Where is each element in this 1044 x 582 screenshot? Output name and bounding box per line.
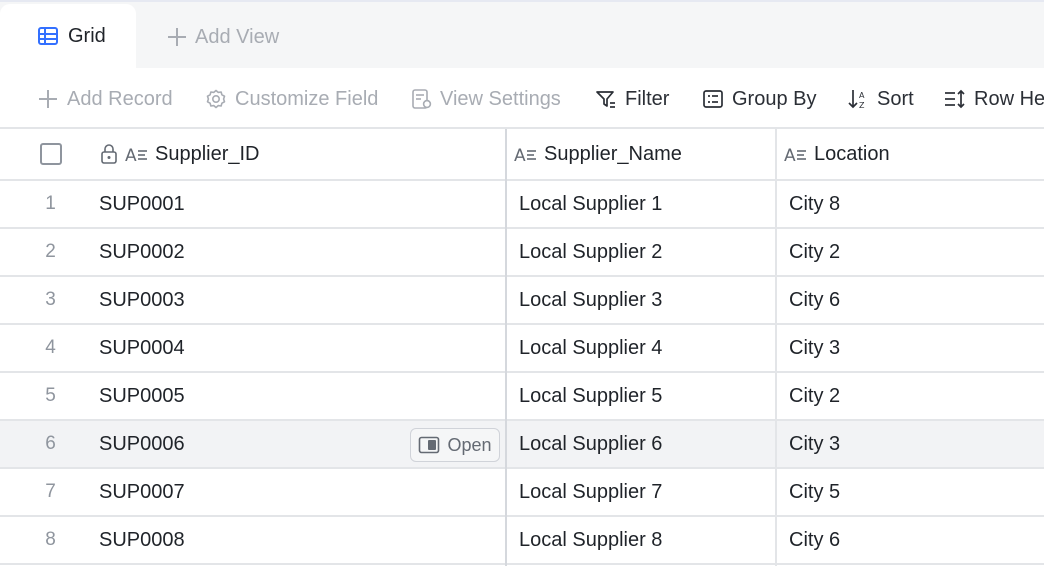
table-row[interactable]: 1 SUP0001 Local Supplier 1 City 8 bbox=[0, 181, 1044, 229]
add-view-label: Add View bbox=[195, 25, 280, 48]
cell-supplier-name[interactable]: Local Supplier 2 bbox=[519, 229, 775, 275]
table-row[interactable]: 7 SUP0007 Local Supplier 7 City 5 bbox=[0, 469, 1044, 517]
toolbar: Add Record Customize Field View Settings bbox=[0, 68, 1044, 129]
table-row[interactable]: 3 SUP0003 Local Supplier 3 City 6 bbox=[0, 277, 1044, 325]
column-divider[interactable] bbox=[775, 129, 777, 566]
row-number: 5 bbox=[45, 385, 56, 406]
open-record-button[interactable]: Open bbox=[410, 428, 500, 462]
cell-supplier-name[interactable]: Local Supplier 6 bbox=[519, 421, 775, 467]
add-view-button[interactable]: Add View bbox=[167, 22, 279, 52]
text-field-icon: A bbox=[514, 143, 538, 165]
add-record-label: Add Record bbox=[67, 87, 173, 110]
column-header-label: Supplier_Name bbox=[544, 142, 682, 165]
column-header-location[interactable]: A Location bbox=[784, 129, 1044, 179]
column-header-label: Location bbox=[814, 142, 890, 165]
open-record-label: Open bbox=[447, 434, 492, 455]
filter-icon bbox=[595, 88, 617, 110]
cell-location[interactable]: City 6 bbox=[789, 277, 1044, 323]
cell-supplier-name[interactable]: Local Supplier 7 bbox=[519, 469, 775, 515]
cell-location[interactable]: City 2 bbox=[789, 229, 1044, 275]
frozen-column-divider[interactable] bbox=[505, 129, 507, 566]
cell-supplier-name[interactable]: Local Supplier 1 bbox=[519, 181, 775, 227]
cell-location[interactable]: City 2 bbox=[789, 373, 1044, 419]
column-header-supplier-name[interactable]: A Supplier_Name bbox=[514, 129, 775, 179]
group-by-button[interactable]: Group By bbox=[702, 84, 816, 114]
cell-supplier-id[interactable]: SUP0004 bbox=[99, 325, 505, 371]
sort-button[interactable]: A Z Sort bbox=[847, 84, 914, 114]
view-tab-bar: Grid Add View bbox=[0, 0, 1044, 68]
sort-icon: A Z bbox=[847, 88, 869, 110]
column-header-supplier-id[interactable]: A Supplier_ID bbox=[99, 129, 505, 179]
grid-table-icon bbox=[37, 25, 59, 47]
row-number: 6 bbox=[45, 433, 56, 454]
svg-text:A: A bbox=[514, 146, 526, 165]
cell-supplier-id[interactable]: SUP0008 bbox=[99, 517, 505, 563]
cell-supplier-name[interactable]: Local Supplier 5 bbox=[519, 373, 775, 419]
cell-supplier-id[interactable]: SUP0005 bbox=[99, 373, 505, 419]
view-settings-label: View Settings bbox=[440, 87, 561, 110]
cell-supplier-id[interactable]: SUP0001 bbox=[99, 181, 505, 227]
sort-label: Sort bbox=[877, 87, 914, 110]
table-row[interactable]: 4 SUP0004 Local Supplier 4 City 3 bbox=[0, 325, 1044, 373]
select-all-checkbox[interactable] bbox=[40, 143, 62, 165]
table-row[interactable]: 2 SUP0002 Local Supplier 2 City 2 bbox=[0, 229, 1044, 277]
cell-supplier-id[interactable]: SUP0003 bbox=[99, 277, 505, 323]
group-by-label: Group By bbox=[732, 87, 817, 110]
grid-header-row: A Supplier_ID A Supplier_Name A Location bbox=[0, 129, 1044, 181]
svg-text:A: A bbox=[784, 146, 796, 165]
filter-label: Filter bbox=[625, 87, 670, 110]
customize-field-label: Customize Field bbox=[235, 87, 379, 110]
cell-supplier-name[interactable]: Local Supplier 4 bbox=[519, 325, 775, 371]
cell-location[interactable]: City 3 bbox=[789, 421, 1044, 467]
expand-panel-icon bbox=[418, 436, 440, 454]
row-number: 1 bbox=[45, 193, 56, 214]
cell-location[interactable]: City 3 bbox=[789, 325, 1044, 371]
cell-supplier-id[interactable]: SUP0006 bbox=[99, 421, 399, 467]
cell-supplier-name[interactable]: Local Supplier 3 bbox=[519, 277, 775, 323]
plus-icon bbox=[167, 27, 187, 47]
row-height-icon bbox=[944, 88, 966, 110]
table-row[interactable]: 5 SUP0005 Local Supplier 5 City 2 bbox=[0, 373, 1044, 421]
cell-location[interactable]: City 6 bbox=[789, 517, 1044, 563]
svg-text:A: A bbox=[125, 146, 137, 165]
svg-text:A: A bbox=[859, 91, 865, 100]
cell-supplier-id[interactable]: SUP0007 bbox=[99, 469, 505, 515]
text-field-icon: A bbox=[784, 143, 808, 165]
view-settings-button[interactable]: View Settings bbox=[410, 84, 561, 114]
lock-icon bbox=[99, 143, 119, 165]
gear-icon bbox=[205, 88, 227, 110]
row-number: 7 bbox=[45, 481, 56, 502]
data-grid: A Supplier_ID A Supplier_Name A Location… bbox=[0, 129, 1044, 582]
customize-field-button[interactable]: Customize Field bbox=[205, 84, 378, 114]
plus-icon bbox=[37, 88, 59, 110]
tab-grid-label: Grid bbox=[68, 24, 106, 47]
cell-supplier-id[interactable]: SUP0002 bbox=[99, 229, 505, 275]
svg-text:Z: Z bbox=[859, 101, 865, 110]
table-row-hovered[interactable]: 6 SUP0006 Open Local Supplier 6 City 3 bbox=[0, 421, 1044, 469]
filter-button[interactable]: Filter bbox=[595, 84, 669, 114]
column-header-label: Supplier_ID bbox=[155, 142, 260, 165]
view-settings-icon bbox=[410, 88, 432, 110]
row-number: 3 bbox=[45, 289, 56, 310]
row-number: 2 bbox=[45, 241, 56, 262]
row-number: 8 bbox=[45, 529, 56, 550]
group-by-icon bbox=[702, 88, 724, 110]
row-height-button[interactable]: Row He bbox=[944, 84, 1044, 114]
tab-grid-view[interactable]: Grid bbox=[0, 4, 136, 68]
cell-location[interactable]: City 5 bbox=[789, 469, 1044, 515]
cell-supplier-name[interactable]: Local Supplier 8 bbox=[519, 517, 775, 563]
table-row[interactable]: 8 SUP0008 Local Supplier 8 City 6 bbox=[0, 517, 1044, 565]
row-height-label: Row He bbox=[974, 87, 1044, 110]
text-field-icon: A bbox=[125, 143, 149, 165]
add-record-button[interactable]: Add Record bbox=[37, 84, 173, 114]
cell-location[interactable]: City 8 bbox=[789, 181, 1044, 227]
row-number: 4 bbox=[45, 337, 56, 358]
